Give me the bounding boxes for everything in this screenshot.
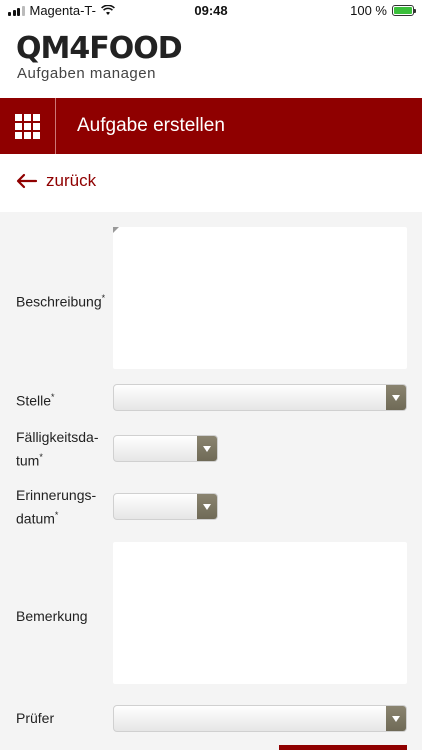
beschreibung-textarea[interactable] [113, 227, 407, 369]
chevron-down-icon [197, 494, 217, 519]
bemerkung-textarea[interactable] [113, 542, 407, 684]
chevron-down-icon [386, 385, 406, 410]
chevron-down-icon [197, 436, 217, 461]
bemerkung-label: Bemerkung [16, 608, 88, 624]
stelle-select[interactable] [113, 384, 407, 411]
back-bar: zurück [0, 154, 422, 212]
chevron-down-icon [386, 706, 406, 731]
faelligkeit-label: Fälligkeitsda- tum* [16, 429, 99, 469]
title-bar: Aufgabe erstellen [0, 98, 422, 154]
back-label: zurück [46, 171, 97, 190]
arrow-back-icon [16, 173, 38, 189]
faelligkeitsdatum-select[interactable] [113, 435, 218, 462]
menu-button[interactable] [0, 98, 56, 154]
erinnerungsdatum-select[interactable] [113, 493, 218, 520]
page-title: Aufgabe erstellen [77, 115, 225, 136]
stelle-label: Stelle* [16, 392, 55, 409]
status-bar: Magenta-T- 09:48 100 % [0, 0, 422, 22]
back-link[interactable]: zurück [16, 171, 96, 191]
brand-header: QM4FOOD Aufgaben managen [0, 22, 422, 98]
pruefer-select[interactable] [113, 705, 407, 732]
app-logo: QM4FOOD [16, 31, 183, 66]
beschreibung-label: Beschreibung* [16, 293, 106, 310]
task-form: Beschreibung* Stelle* Fälligkeitsda- tum… [0, 212, 422, 750]
submit-button-edge[interactable] [279, 745, 407, 750]
battery-charging-icon [392, 5, 416, 16]
erinnerung-label: Erinnerungs- datum* [16, 487, 97, 527]
app-tagline: Aufgaben managen [17, 65, 156, 82]
status-right: 100 % [350, 3, 416, 18]
grid-menu-icon [15, 113, 40, 139]
pruefer-label: Prüfer [16, 710, 55, 726]
battery-percent: 100 % [350, 3, 387, 18]
